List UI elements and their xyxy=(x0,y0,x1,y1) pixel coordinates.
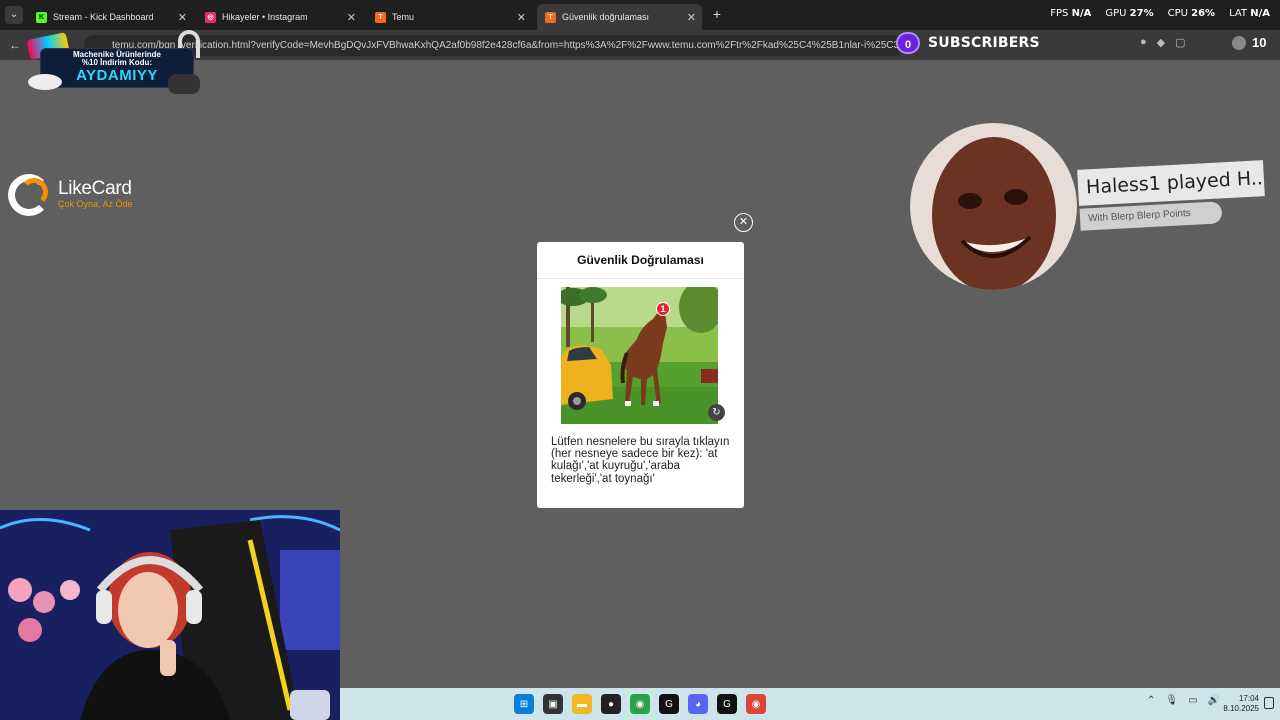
microphone-icon[interactable]: 🎙 xyxy=(1165,695,1178,706)
viewer-count: 10 xyxy=(1252,35,1267,50)
tab-guvenlik-dogrulamasi[interactable]: T Güvenlik doğrulaması ✕ xyxy=(537,4,702,30)
extension-icon[interactable]: ◆ xyxy=(1157,36,1165,49)
tab-close-icon[interactable]: ✕ xyxy=(517,11,526,24)
app-g-icon[interactable]: G xyxy=(659,694,679,714)
clock-time: 17:04 xyxy=(1238,694,1259,703)
windows-start-icon[interactable]: ⊞ xyxy=(514,694,534,714)
subscribers-label: SUBSCRIBERS xyxy=(928,35,1040,51)
performance-stats-overlay: FPS N/A GPU 27% CPU 26% LAT N/A xyxy=(1050,8,1270,19)
gpu-stat: GPU 27% xyxy=(1105,8,1154,19)
system-tray: ⌃ 🎙 ▭ 🔊 xyxy=(1147,695,1220,706)
alert-message: Haless1 played H.. xyxy=(1077,160,1265,206)
mouse-icon xyxy=(28,74,62,90)
security-verification-dialog: Güvenlik Doğrulaması 1 ↻ Lütfen nesneler… xyxy=(537,242,744,508)
new-tab-button[interactable]: + xyxy=(710,6,724,22)
tab-close-icon[interactable]: ✕ xyxy=(687,11,696,24)
captcha-scene xyxy=(561,287,718,424)
tab-label: Temu xyxy=(392,12,415,22)
network-icon[interactable]: ▭ xyxy=(1188,695,1197,706)
tab-search-button[interactable]: ⌄ xyxy=(5,6,23,24)
back-arrow-icon[interactable]: ← xyxy=(9,38,21,52)
address-bar[interactable]: temu.com/bgn_verification.html?verifyCod… xyxy=(84,35,904,56)
subscribers-overlay: 0 SUBSCRIBERS xyxy=(896,32,1040,54)
discord-icon[interactable]: ◕ xyxy=(688,694,708,714)
browser-tab-strip: ⌄ K Stream - Kick Dashboard ✕ ◎ Hikayele… xyxy=(0,0,1280,30)
puzzle-icon[interactable]: ▢ xyxy=(1175,36,1185,49)
chrome-icon-2[interactable]: ◉ xyxy=(746,694,766,714)
fps-stat: FPS N/A xyxy=(1050,8,1092,19)
clock-date: 8.10.2025 xyxy=(1223,704,1259,713)
tab-kick-dashboard[interactable]: K Stream - Kick Dashboard ✕ xyxy=(28,4,193,30)
tab-close-icon[interactable]: ✕ xyxy=(178,11,187,24)
temu-icon: T xyxy=(545,11,556,23)
refresh-icon[interactable]: ↻ xyxy=(708,404,725,421)
alert-submessage: With Blerp Blerp Points xyxy=(1079,201,1223,231)
viewer-count-overlay: 10 xyxy=(1232,35,1266,50)
obs-icon[interactable]: ● xyxy=(601,694,621,714)
alert-avatar xyxy=(910,123,1077,290)
likecard-logo: LikeCard Çok Oyna, Az Öde xyxy=(8,172,158,218)
likecard-name: LikeCard xyxy=(58,178,132,199)
tab-instagram[interactable]: ◎ Hikayeler • Instagram ✕ xyxy=(197,4,362,30)
file-explorer-icon[interactable]: ▬ xyxy=(572,694,592,714)
dialog-title: Güvenlik Doğrulaması xyxy=(537,242,744,279)
chevron-up-icon[interactable]: ⌃ xyxy=(1147,695,1155,706)
kick-icon: K xyxy=(36,11,47,23)
subscriber-count: 0 xyxy=(896,32,920,54)
task-view-icon[interactable]: ▣ xyxy=(543,694,563,714)
captcha-instructions: Lütfen nesnelere bu sırayla tıklayın (he… xyxy=(551,436,730,485)
tab-close-icon[interactable]: ✕ xyxy=(347,11,356,24)
likecard-logo-accent xyxy=(20,178,48,206)
tab-label: Hikayeler • Instagram xyxy=(222,12,308,22)
promo-line-2: %10 İndirim Kodu: xyxy=(81,58,153,67)
promo-banner: Machenike Ürünlerinde %10 İndirim Kodu: … xyxy=(26,30,203,96)
temu-icon: T xyxy=(375,11,386,23)
close-icon[interactable]: ✕ xyxy=(734,213,753,232)
windows-taskbar: ⊞ ▣ ▬ ● ◉ G ◕ G ◉ ⌃ 🎙 ▭ 🔊 17:04 8.10.202… xyxy=(340,688,1280,720)
viewer-icon xyxy=(1232,35,1246,50)
likecard-slogan: Çok Oyna, Az Öde xyxy=(58,199,133,209)
taskbar-apps: ⊞ ▣ ▬ ● ◉ G ◕ G ◉ xyxy=(514,694,766,714)
notification-icon[interactable] xyxy=(1264,697,1274,709)
tab-label: Güvenlik doğrulaması xyxy=(562,12,650,22)
app-g2-icon[interactable]: G xyxy=(717,694,737,714)
extension-icon[interactable]: ● xyxy=(1140,36,1147,49)
webcam-scene xyxy=(0,510,340,720)
chrome-icon[interactable]: ◉ xyxy=(630,694,650,714)
taskbar-clock[interactable]: 17:04 8.10.2025 xyxy=(1217,694,1259,714)
alert-avatar-face xyxy=(910,123,1077,290)
tab-temu[interactable]: T Temu ✕ xyxy=(367,4,532,30)
lat-stat: LAT N/A xyxy=(1229,8,1270,19)
tab-label: Stream - Kick Dashboard xyxy=(53,12,154,22)
gamepad-icon xyxy=(168,74,200,94)
streamer-webcam xyxy=(0,510,340,720)
click-marker: 1 xyxy=(656,302,670,316)
extension-icons: ● ◆ ▢ xyxy=(1140,36,1186,49)
cpu-stat: CPU 26% xyxy=(1167,8,1216,19)
instagram-icon: ◎ xyxy=(205,11,216,23)
captcha-image[interactable]: 1 xyxy=(561,287,718,424)
